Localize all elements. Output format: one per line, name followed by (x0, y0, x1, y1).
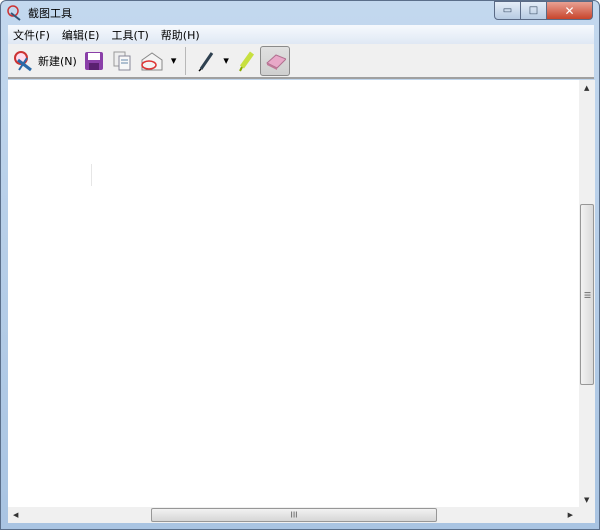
toolbar-separator (185, 46, 187, 75)
pen-button[interactable] (192, 46, 220, 76)
send-snip-button[interactable] (136, 46, 168, 76)
minimize-button[interactable]: ▭ (494, 1, 521, 20)
email-icon (141, 51, 163, 70)
snip-canvas[interactable] (8, 80, 579, 507)
vertical-scrollbar[interactable]: ▲ III ▼ (579, 80, 595, 507)
pen-dropdown[interactable]: ▾ (220, 46, 232, 76)
title-bar: 截图工具 (7, 5, 72, 21)
scissors-icon (14, 50, 32, 71)
menu-bar: 文件(F) 编辑(E) 工具(T) 帮助(H) (8, 25, 594, 44)
save-button[interactable] (80, 46, 108, 76)
horizontal-scroll-thumb[interactable]: III (151, 508, 437, 522)
menu-edit[interactable]: 编辑(E) (62, 27, 100, 43)
canvas-cursor-mark (91, 164, 92, 186)
snipping-tool-window: 截图工具 ▭ □ ✕ 文件(F) 编辑(E) 工具(T) 帮助(H) 新建(N)… (0, 0, 600, 530)
pen-icon (198, 51, 214, 72)
horizontal-scrollbar[interactable]: ◀ III ▶ (8, 507, 579, 523)
copy-button[interactable] (108, 46, 136, 76)
scissors-app-icon (7, 5, 21, 21)
resize-grip[interactable] (579, 507, 595, 523)
maximize-button[interactable]: □ (521, 1, 547, 20)
highlighter-icon (238, 51, 254, 71)
menu-help[interactable]: 帮助(H) (161, 27, 200, 43)
eraser-button[interactable] (259, 45, 290, 76)
window-title: 截图工具 (28, 7, 72, 20)
eraser-icon (265, 53, 286, 70)
send-snip-dropdown[interactable]: ▾ (168, 46, 180, 76)
menu-file[interactable]: 文件(F) (13, 27, 50, 43)
close-button[interactable]: ✕ (547, 1, 593, 20)
scroll-right-arrow[interactable]: ▶ (568, 511, 573, 519)
scroll-left-arrow[interactable]: ◀ (13, 511, 18, 519)
vertical-scroll-thumb[interactable]: III (580, 204, 594, 385)
copy-icon (113, 51, 131, 70)
scroll-up-arrow[interactable]: ▲ (584, 84, 589, 92)
scroll-down-arrow[interactable]: ▼ (584, 496, 589, 504)
menu-tools[interactable]: 工具(T) (111, 27, 148, 43)
new-snip-label: 新建(N) (38, 54, 77, 68)
toolbar: 新建(N) ▾ ▾ (8, 44, 594, 79)
highlighter-button[interactable] (232, 46, 260, 76)
save-icon (84, 51, 103, 70)
new-snip-button[interactable]: 新建(N) (10, 46, 80, 76)
